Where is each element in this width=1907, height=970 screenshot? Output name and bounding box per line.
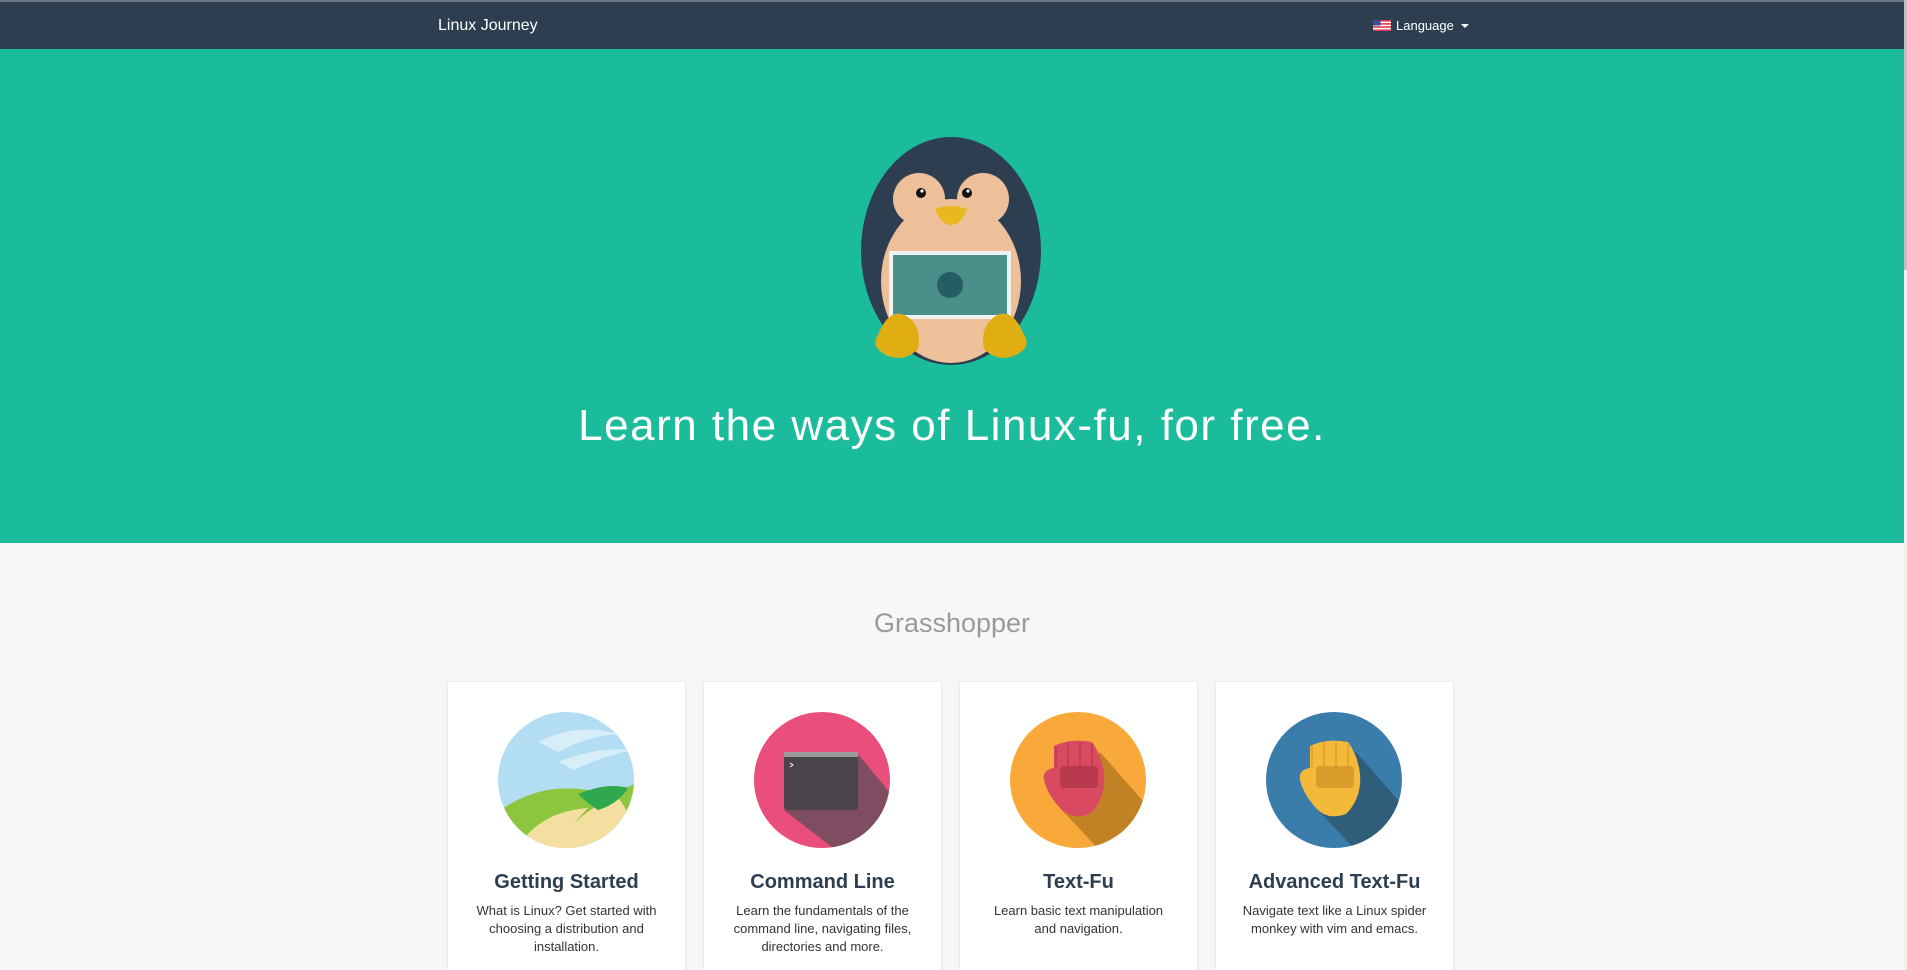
card-advanced-text-fu[interactable]: Advanced Text-Fu Navigate text like a Li… (1215, 681, 1454, 970)
hero-banner: Learn the ways of Linux-fu, for free. (0, 49, 1904, 543)
language-dropdown[interactable]: Language (1373, 18, 1469, 33)
hero-headline: Learn the ways of Linux-fu, for free. (578, 401, 1326, 450)
section-title: Grasshopper (873, 608, 1031, 638)
card-title: Command Line (750, 871, 895, 893)
us-flag-icon (1373, 20, 1391, 31)
card-command-line[interactable]: Command Line Learn the fundamentals of t… (703, 681, 942, 970)
card-description: Learn the fundamentals of the command li… (733, 903, 912, 954)
language-label: Language (1396, 18, 1454, 33)
card-title: Text-Fu (1043, 871, 1114, 893)
card-title: Getting Started (494, 871, 639, 893)
terminal-icon (754, 712, 890, 848)
penguin-mascot (861, 137, 1041, 365)
card-text-fu[interactable]: Text-Fu Learn basic text manipulation an… (959, 681, 1198, 970)
card-getting-started[interactable]: Getting Started What is Linux? Get start… (447, 681, 686, 970)
card-description: Learn basic text manipulation and naviga… (993, 903, 1164, 936)
navbar: Linux Journey Language (0, 2, 1904, 49)
caret-down-icon (1460, 23, 1469, 28)
page: Linux Journey Language Learn the ways of… (0, 0, 1904, 970)
brand-link[interactable]: Linux Journey (438, 17, 538, 35)
card-description: Navigate text like a Linux spider monkey… (1242, 903, 1427, 936)
yellow-glove-icon (1266, 712, 1402, 848)
landscape-icon (498, 712, 634, 848)
card-description: What is Linux? Get started with choosing… (476, 903, 657, 954)
card-title: Advanced Text-Fu (1248, 871, 1421, 893)
red-glove-icon (1010, 712, 1146, 848)
